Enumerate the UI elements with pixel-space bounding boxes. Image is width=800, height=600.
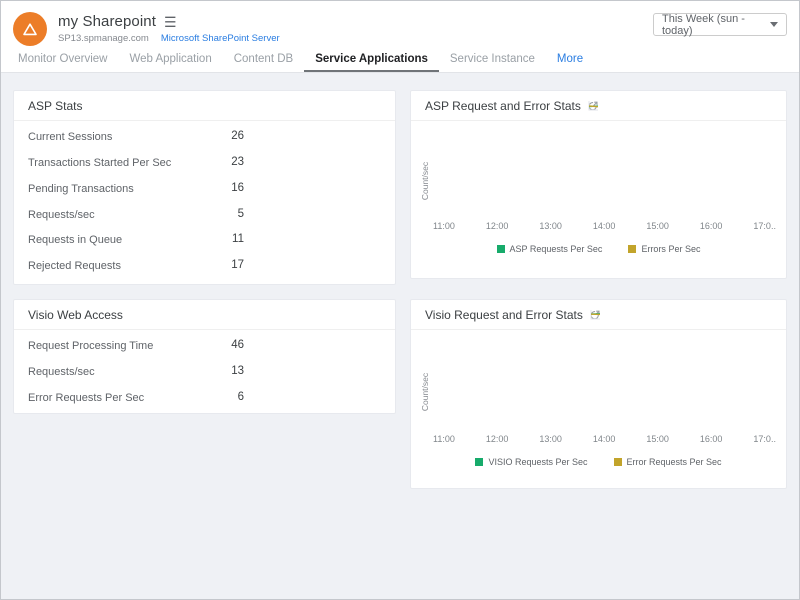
stat-row: Pending Transactions16: [14, 176, 395, 202]
x-tick: 13:00: [539, 221, 562, 231]
legend-swatch-icon: [475, 458, 483, 466]
stat-label: Rejected Requests: [28, 259, 180, 274]
asp-stats-rows: Current Sessions26Transactions Started P…: [14, 121, 395, 285]
legend-item[interactable]: ASP Requests Per Sec: [497, 244, 603, 254]
visio-stats-panel: Visio Web Access Request Processing Time…: [13, 299, 396, 414]
x-tick: 15:00: [646, 434, 669, 444]
warning-triangle-icon: [22, 22, 38, 37]
stat-row: Requests in Queue11: [14, 227, 395, 253]
stat-value: 17: [180, 259, 244, 271]
y-axis-label: Count/sec: [420, 147, 430, 215]
x-tick: 16:00: [700, 434, 723, 444]
asp-chart-panel: ASP Request and Error Stats Count/sec 11…: [410, 90, 787, 279]
stat-value: 11: [180, 233, 244, 245]
chevron-down-icon: [770, 22, 778, 27]
time-period-value: This Week (sun - today): [662, 13, 770, 37]
asp-stats-panel: ASP Stats Current Sessions26Transactions…: [13, 90, 396, 285]
stat-value: 23: [180, 156, 244, 168]
title-block: my Sharepoint ☰ SP13.spmanage.com Micros…: [58, 12, 280, 44]
x-tick: 13:00: [539, 434, 562, 444]
legend-item[interactable]: Errors Per Sec: [628, 244, 700, 254]
stat-value: 46: [180, 339, 244, 351]
left-column: ASP Stats Current Sessions26Transactions…: [13, 90, 396, 414]
hamburger-menu-icon[interactable]: ☰: [164, 15, 177, 29]
legend-name: ASP Requests Per Sec: [510, 244, 603, 254]
app-window: my Sharepoint ☰ SP13.spmanage.com Micros…: [0, 0, 800, 600]
stat-label: Current Sessions: [28, 130, 180, 145]
x-tick: 11:00: [433, 221, 455, 231]
stat-label: Transactions Started Per Sec: [28, 156, 180, 171]
y-axis-label: Count/sec: [420, 358, 430, 426]
stat-row: Rejected Requests17: [14, 253, 395, 279]
stat-label: Requests/sec: [28, 208, 180, 223]
monitor-logo: [13, 12, 47, 46]
stat-row: Requests/sec13: [14, 359, 395, 385]
stat-value: 13: [180, 365, 244, 377]
page-title: my Sharepoint: [58, 13, 156, 30]
tab-more[interactable]: More: [546, 49, 594, 72]
stat-value: 26: [180, 130, 244, 142]
x-tick: 17:0..: [753, 434, 776, 444]
x-axis-ticks: 11:00 12:00 13:00 14:00 15:00 16:00 17:0..: [433, 221, 776, 231]
dashboard-content: ASP Stats Current Sessions26Transactions…: [1, 73, 799, 599]
tab-service-applications[interactable]: Service Applications: [304, 49, 439, 72]
tab-service-instance[interactable]: Service Instance: [439, 49, 546, 72]
line-chart: 11:00 12:00 13:00 14:00 15:00 16:00 17:0..: [433, 133, 776, 231]
tab-monitor-overview[interactable]: Monitor Overview: [7, 49, 118, 72]
x-axis-ticks: 11:00 12:00 13:00 14:00 15:00 16:00 17:0..: [433, 434, 776, 444]
chart-legend: VISIO Requests Per Sec Error Requests Per…: [411, 457, 786, 467]
open-in-new-icon[interactable]: [590, 310, 600, 320]
visio-stats-rows: Request Processing Time46Requests/sec13E…: [14, 330, 395, 414]
legend-swatch-icon: [614, 458, 622, 466]
legend-name: VISIO Requests Per Sec: [488, 457, 587, 467]
stat-row: Transactions Started Per Sec23: [14, 150, 395, 176]
asp-chart-title: ASP Request and Error Stats: [425, 99, 581, 113]
x-tick: 17:0..: [753, 221, 776, 231]
x-tick: 12:00: [486, 221, 509, 231]
stat-row: Requests/sec5: [14, 202, 395, 228]
x-tick: 11:00: [433, 434, 455, 444]
stat-label: Requests/sec: [28, 365, 180, 380]
stat-label: Pending Transactions: [28, 182, 180, 197]
x-tick: 14:00: [593, 434, 616, 444]
x-tick: 14:00: [593, 221, 616, 231]
right-column: ASP Request and Error Stats Count/sec 11…: [410, 90, 787, 489]
line-chart: 11:00 12:00 13:00 14:00 15:00 16:00 17:0..: [433, 342, 776, 444]
stat-label: Requests in Queue: [28, 233, 180, 248]
tab-bar: Monitor OverviewWeb ApplicationContent D…: [1, 49, 799, 73]
x-tick: 12:00: [486, 434, 509, 444]
stat-value: 5: [180, 208, 244, 220]
x-tick: 16:00: [700, 221, 723, 231]
stat-value: 6: [180, 391, 244, 403]
legend-swatch-icon: [628, 245, 636, 253]
stat-row: Current Sessions26: [14, 124, 395, 150]
legend-swatch-icon: [497, 245, 505, 253]
visio-chart-title: Visio Request and Error Stats: [425, 308, 583, 322]
open-in-new-icon[interactable]: [588, 101, 598, 111]
server-type-link[interactable]: Microsoft SharePoint Server: [161, 33, 280, 44]
visio-stats-title: Visio Web Access: [28, 308, 123, 322]
stat-value: 16: [180, 182, 244, 194]
x-tick: 15:00: [646, 221, 669, 231]
stat-row: Request Processing Time46: [14, 333, 395, 359]
app-header: my Sharepoint ☰ SP13.spmanage.com Micros…: [1, 1, 799, 49]
legend-name: Errors Per Sec: [641, 244, 700, 254]
legend-item[interactable]: VISIO Requests Per Sec: [475, 457, 587, 467]
tab-content-db[interactable]: Content DB: [223, 49, 304, 72]
stat-label: Request Processing Time: [28, 339, 180, 354]
visio-chart-panel: Visio Request and Error Stats Count/sec …: [410, 299, 787, 489]
tab-web-application[interactable]: Web Application: [118, 49, 222, 72]
time-period-dropdown[interactable]: This Week (sun - today): [653, 13, 787, 36]
stat-row: Error Requests Per Sec6: [14, 385, 395, 411]
stat-label: Error Requests Per Sec: [28, 391, 180, 406]
stat-row: Errors Per Sec3: [14, 279, 395, 285]
chart-legend: ASP Requests Per Sec Errors Per Sec: [411, 244, 786, 254]
legend-item[interactable]: Error Requests Per Sec: [614, 457, 722, 467]
legend-name: Error Requests Per Sec: [627, 457, 722, 467]
asp-stats-title: ASP Stats: [28, 99, 82, 113]
monitor-hostname: SP13.spmanage.com: [58, 33, 149, 44]
